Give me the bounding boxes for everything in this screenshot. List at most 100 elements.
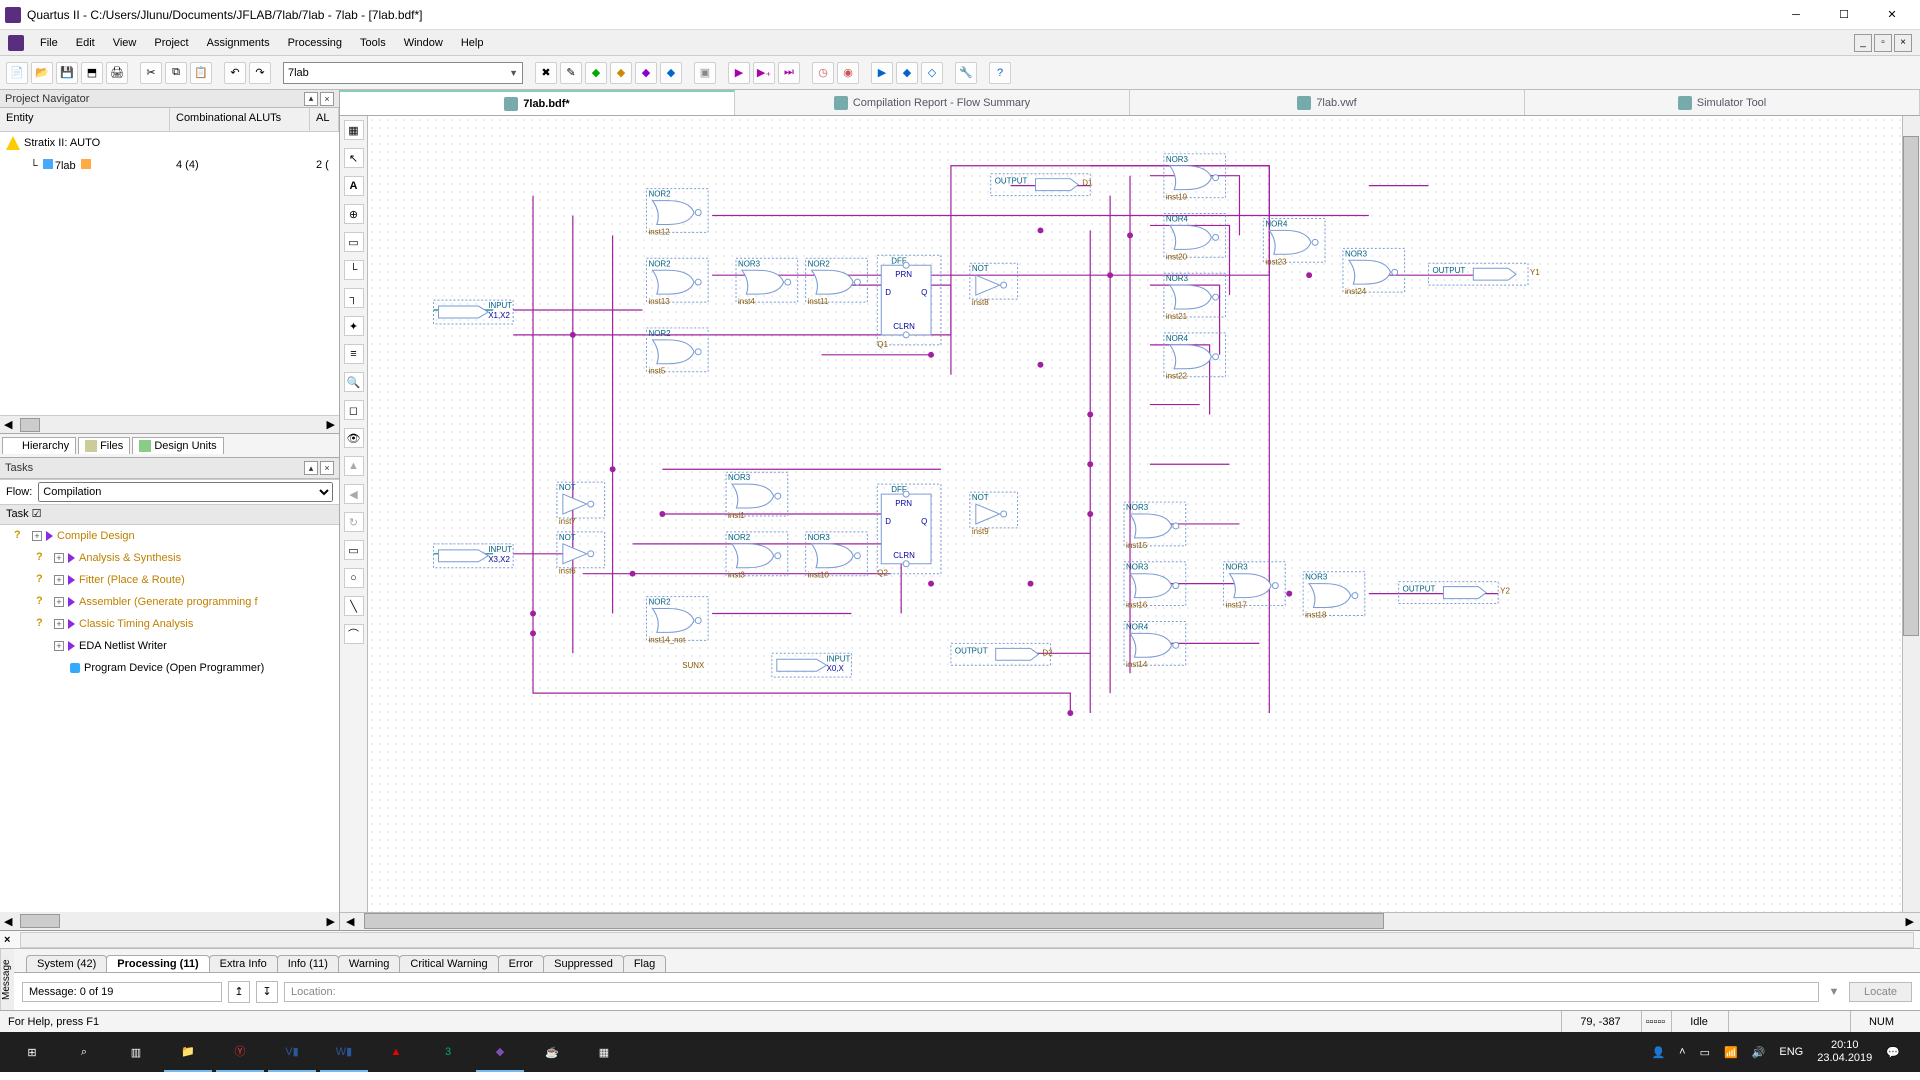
java-icon[interactable]: ☕ bbox=[528, 1032, 576, 1072]
tab-hierarchy[interactable]: Hierarchy bbox=[2, 437, 76, 454]
tool-gear1[interactable]: ◆ bbox=[585, 62, 607, 84]
task-node[interactable]: ?+Classic Timing Analysis bbox=[0, 613, 339, 635]
tool-fliph[interactable]: ◀ bbox=[344, 484, 364, 504]
undo-button[interactable]: ↶ bbox=[224, 62, 246, 84]
msg-next[interactable]: ↧ bbox=[256, 981, 278, 1003]
tool-rect[interactable]: ▭ bbox=[344, 232, 364, 252]
menu-project[interactable]: Project bbox=[146, 34, 196, 52]
menu-assignments[interactable]: Assignments bbox=[199, 34, 278, 52]
acrobat-icon[interactable]: ▲ bbox=[372, 1032, 420, 1072]
message-tab[interactable]: Suppressed bbox=[543, 955, 624, 972]
document-tab[interactable]: Compilation Report - Flow Summary bbox=[735, 90, 1130, 115]
paste-button[interactable]: 📋 bbox=[190, 62, 212, 84]
tool-bus[interactable]: ≡ bbox=[344, 344, 364, 364]
task-node[interactable]: ?+Compile Design bbox=[0, 525, 339, 547]
save-button[interactable]: 💾 bbox=[56, 62, 78, 84]
cut-button[interactable]: ✂ bbox=[140, 62, 162, 84]
col-entity[interactable]: Entity bbox=[0, 108, 170, 131]
menu-window[interactable]: Window bbox=[396, 34, 451, 52]
menu-view[interactable]: View bbox=[105, 34, 145, 52]
tray-people-icon[interactable]: 👤 bbox=[1651, 1046, 1665, 1059]
tool-gear2[interactable]: ◆ bbox=[610, 62, 632, 84]
redo-button[interactable]: ↷ bbox=[249, 62, 271, 84]
chip1-button[interactable]: ◆ bbox=[896, 62, 918, 84]
close-button[interactable]: ✕ bbox=[1869, 0, 1915, 30]
menu-tools[interactable]: Tools bbox=[352, 34, 394, 52]
tool-gear3[interactable]: ◆ bbox=[635, 62, 657, 84]
tool-text[interactable]: A bbox=[344, 176, 364, 196]
yandex-icon[interactable]: Ⓨ bbox=[216, 1032, 264, 1072]
message-tab[interactable]: Warning bbox=[338, 955, 401, 972]
task-node[interactable]: Program Device (Open Programmer) bbox=[0, 657, 339, 679]
tray-volume-icon[interactable]: 🔊 bbox=[1752, 1046, 1766, 1059]
tool-rotate[interactable]: ↻ bbox=[344, 512, 364, 532]
tool-zoom[interactable]: 🔍 bbox=[344, 372, 364, 392]
tray-clock[interactable]: 20:1023.04.2019 bbox=[1817, 1039, 1872, 1065]
timing1-button[interactable]: ◷ bbox=[812, 62, 834, 84]
copy-button[interactable]: ⧉ bbox=[165, 62, 187, 84]
document-tab[interactable]: Simulator Tool bbox=[1525, 90, 1920, 115]
horizontal-scrollbar[interactable]: ◀▶ bbox=[340, 912, 1920, 930]
entity-row[interactable]: Stratix II: AUTO bbox=[0, 132, 339, 154]
playall-button[interactable]: ⏭ bbox=[778, 62, 800, 84]
col-aluts[interactable]: Combinational ALUTs bbox=[170, 108, 310, 131]
mdi-close[interactable]: × bbox=[1894, 34, 1912, 52]
tool-arc[interactable]: ⌒ bbox=[344, 624, 364, 644]
tool-pin[interactable]: ⊕ bbox=[344, 204, 364, 224]
tool-fullscreen[interactable]: ◻ bbox=[344, 400, 364, 420]
scrollbar[interactable]: ◀▶ bbox=[0, 415, 339, 433]
visio-icon[interactable]: V▮ bbox=[268, 1032, 316, 1072]
scrollbar[interactable]: ◀▶ bbox=[0, 912, 339, 930]
search-button[interactable]: ⌕ bbox=[60, 1032, 108, 1072]
tab-files[interactable]: Files bbox=[78, 437, 130, 454]
project-combo[interactable]: 7lab▼ bbox=[283, 62, 523, 84]
message-tab[interactable]: Info (11) bbox=[277, 955, 339, 972]
settings-button[interactable]: ✖ bbox=[535, 62, 557, 84]
tray-lang[interactable]: ENG bbox=[1779, 1046, 1803, 1058]
menu-edit[interactable]: Edit bbox=[68, 34, 103, 52]
calc-icon[interactable]: ▦ bbox=[580, 1032, 628, 1072]
task-node[interactable]: +EDA Netlist Writer bbox=[0, 635, 339, 657]
print-button[interactable]: 🖨 bbox=[106, 62, 128, 84]
locate-button[interactable]: Locate bbox=[1849, 982, 1912, 1002]
panel-collapse[interactable]: ▴ bbox=[304, 461, 318, 475]
saveall-button[interactable]: ⬒ bbox=[81, 62, 103, 84]
timing2-button[interactable]: ◉ bbox=[837, 62, 859, 84]
chip2-button[interactable]: ◇ bbox=[921, 62, 943, 84]
programmer-button[interactable]: 🔧 bbox=[955, 62, 977, 84]
tray-battery-icon[interactable]: ▭ bbox=[1700, 1046, 1710, 1059]
panel-close[interactable]: × bbox=[320, 92, 334, 106]
message-tab[interactable]: Critical Warning bbox=[399, 955, 498, 972]
play-button[interactable]: ▶ bbox=[728, 62, 750, 84]
minimize-button[interactable]: ─ bbox=[1773, 0, 1819, 30]
mdi-minimize[interactable]: _ bbox=[1854, 34, 1872, 52]
tool-flipv[interactable]: ▲ bbox=[344, 456, 364, 476]
menu-file[interactable]: File bbox=[32, 34, 66, 52]
tool-line[interactable]: ╲ bbox=[344, 596, 364, 616]
menu-processing[interactable]: Processing bbox=[280, 34, 350, 52]
task-node[interactable]: ?+Fitter (Place & Route) bbox=[0, 569, 339, 591]
document-tab[interactable]: 7lab.bdf* bbox=[340, 90, 735, 115]
schematic-canvas[interactable]: INPUT X1,X2 INPUT X3,X2 INPUT X0,X bbox=[368, 116, 1902, 912]
tool-node[interactable]: ✦ bbox=[344, 316, 364, 336]
panel-collapse[interactable]: ▴ bbox=[304, 92, 318, 106]
message-tab[interactable]: Flag bbox=[623, 955, 666, 972]
open-button[interactable]: 📂 bbox=[31, 62, 53, 84]
tool-rect2[interactable]: ▭ bbox=[344, 540, 364, 560]
vertical-scrollbar[interactable] bbox=[1902, 116, 1920, 912]
playto-button[interactable]: ▶₊ bbox=[753, 62, 775, 84]
tool-ortho[interactable]: └ bbox=[344, 260, 364, 280]
tray-wifi-icon[interactable]: 📶 bbox=[1724, 1046, 1738, 1059]
task-column-header[interactable]: Task ☑ bbox=[0, 505, 339, 525]
msg-prev[interactable]: ↥ bbox=[228, 981, 250, 1003]
tool-diag[interactable]: ┐ bbox=[344, 288, 364, 308]
panel-close[interactable]: × bbox=[320, 461, 334, 475]
messages-close[interactable]: × bbox=[0, 934, 14, 946]
messages-scrollbar[interactable] bbox=[20, 932, 1914, 948]
tool-symbol[interactable]: ▦ bbox=[344, 120, 364, 140]
sim-button[interactable]: ▶ bbox=[871, 62, 893, 84]
mdi-restore[interactable]: ▫ bbox=[1874, 34, 1892, 52]
tray-notifications-icon[interactable]: 💬 bbox=[1886, 1046, 1900, 1059]
message-tab[interactable]: Extra Info bbox=[209, 955, 278, 972]
menu-help[interactable]: Help bbox=[453, 34, 492, 52]
